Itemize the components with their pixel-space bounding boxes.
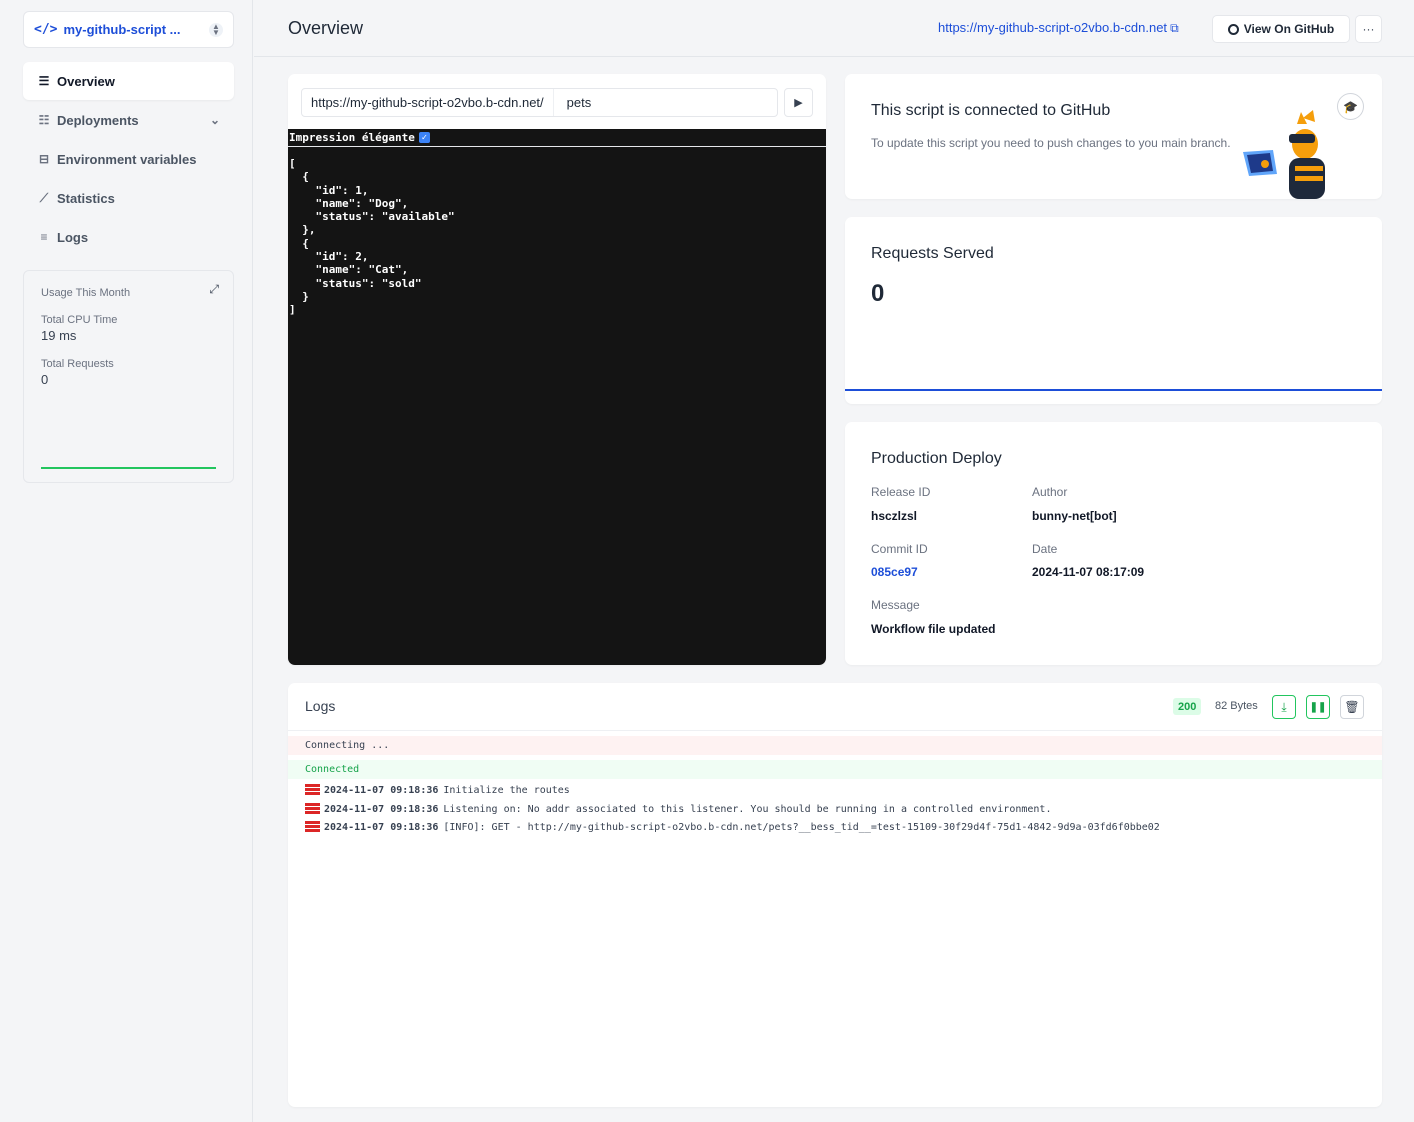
server-icon: ☷: [38, 113, 50, 127]
log-timestamp: 2024-11-07 09:18:36: [324, 803, 439, 815]
sidebar-item-statistics[interactable]: ⟋ Statistics: [23, 179, 234, 217]
graduation-cap-icon[interactable]: 🎓: [1337, 93, 1364, 120]
list-icon: ☰: [38, 74, 50, 88]
run-button[interactable]: ▶: [784, 88, 813, 117]
script-selector[interactable]: </> my-github-script ... ▲ ▼: [23, 11, 234, 48]
sidebar-item-label: Logs: [57, 229, 89, 245]
view-on-github-label: View On GitHub: [1243, 22, 1335, 36]
request-tester: https://my-github-script-o2vbo.b-cdn.net…: [288, 74, 826, 665]
requests-served-card: Requests Served 0: [845, 217, 1382, 404]
path-input[interactable]: pets: [552, 89, 777, 116]
code-icon: </>: [34, 22, 58, 37]
logs-divider: [288, 730, 1382, 731]
more-icon: ···: [1362, 22, 1375, 36]
sidebar-item-label: Overview: [57, 73, 115, 89]
github-connected-card: This script is connected to GitHub To up…: [845, 74, 1382, 199]
sidebar-item-overview[interactable]: ☰ Overview: [23, 62, 234, 100]
logs-title: Logs: [305, 698, 336, 714]
github-icon: [1227, 23, 1239, 35]
clear-logs-button[interactable]: 🗑: [1340, 695, 1364, 719]
log-timestamp: 2024-11-07 09:18:36: [324, 821, 439, 833]
github-card-title: This script is connected to GitHub: [871, 102, 1111, 119]
production-deploy-card: Production Deploy Release ID hsczlzsl Au…: [845, 422, 1382, 665]
response-console: Impression élégante ✓ [ { "id": 1, "name…: [288, 129, 826, 665]
sidebar-item-logs[interactable]: ≡ Logs: [23, 218, 234, 256]
message-value: Workflow file updated: [871, 622, 996, 636]
release-id-value: hsczlzsl: [871, 509, 918, 523]
pause-icon: ❚❚: [1309, 701, 1327, 713]
total-requests-label: Total Requests: [41, 358, 114, 370]
usage-chart-line: [41, 467, 216, 469]
external-link-icon: ⧉: [1170, 21, 1179, 35]
logs-icon: ≡: [40, 230, 48, 244]
sidebar-item-label: Deployments: [57, 112, 139, 128]
log-connecting-text: Connecting ...: [305, 740, 390, 751]
page-header: Overview https://my-github-script-o2vbo.…: [254, 0, 1414, 57]
github-card-description: To update this script you need to push c…: [871, 136, 1231, 150]
play-icon: ▶: [794, 97, 803, 109]
date-label: Date: [1032, 542, 1058, 556]
status-badge: 200: [1173, 698, 1202, 715]
download-icon: ⤓: [1281, 699, 1287, 714]
response-body: [ { "id": 1, "name": "Dog", "status": "a…: [289, 157, 455, 317]
download-logs-button[interactable]: ⤓: [1272, 695, 1296, 719]
usage-panel: Usage This Month ⤢ Total CPU Time 19 ms …: [23, 270, 234, 483]
cpu-time-label: Total CPU Time: [41, 314, 118, 326]
script-url-text: https://my-github-script-o2vbo.b-cdn.net: [938, 20, 1168, 35]
production-deploy-title: Production Deploy: [871, 450, 1002, 467]
requests-chart-line: [845, 389, 1382, 391]
total-requests-value: 0: [41, 372, 49, 387]
log-level-icon: [305, 821, 320, 833]
sidebar-item-label: Statistics: [57, 190, 115, 206]
log-message: [INFO]: GET - http://my-github-script-o2…: [443, 821, 1160, 833]
sidebar-item-deployments[interactable]: ☷ Deployments ⌄: [23, 101, 234, 139]
sidebar-item-label: Environment variables: [57, 151, 197, 167]
log-connected-text: Connected: [305, 764, 360, 775]
chevron-updown-icon: ▲ ▼: [209, 22, 223, 37]
usage-title: Usage This Month: [41, 287, 131, 299]
expand-icon[interactable]: ⤢: [209, 282, 219, 297]
log-entry: 2024-11-07 09:18:36 [INFO]: GET - http:/…: [305, 819, 1160, 835]
page-title: Overview: [288, 18, 364, 38]
view-on-github-button[interactable]: View On GitHub: [1212, 15, 1350, 43]
author-label: Author: [1032, 485, 1068, 499]
requests-served-title: Requests Served: [871, 245, 994, 262]
sidebar-item-environment-variables[interactable]: ⊟ Environment variables: [23, 140, 234, 178]
bunny-mascot-illustration: [1243, 110, 1325, 199]
log-entry: 2024-11-07 09:18:36 Listening on: No add…: [305, 801, 1051, 817]
logs-panel: Logs 200 82 Bytes ⤓ ❚❚ 🗑 Connecting ... …: [288, 683, 1382, 1107]
script-url-link[interactable]: https://my-github-script-o2vbo.b-cdn.net…: [938, 20, 1179, 36]
pretty-print-label: Impression élégante: [289, 131, 415, 144]
sidebar: </> my-github-script ... ▲ ▼ ☰ Overview ☷…: [0, 0, 253, 1122]
chart-icon: ⟋: [39, 190, 49, 205]
log-level-icon: [305, 784, 320, 796]
date-value: 2024-11-07 08:17:09: [1032, 565, 1145, 579]
url-bar: https://my-github-script-o2vbo.b-cdn.net…: [301, 88, 778, 117]
url-prefix: https://my-github-script-o2vbo.b-cdn.net…: [311, 95, 544, 110]
log-timestamp: 2024-11-07 09:18:36: [324, 784, 439, 796]
log-connected-row: Connected: [288, 760, 1382, 779]
pause-logs-button[interactable]: ❚❚: [1306, 695, 1330, 719]
message-label: Message: [871, 598, 920, 612]
pretty-print-bar: Impression élégante ✓: [288, 129, 826, 147]
log-message: Initialize the routes: [443, 784, 570, 796]
trash-icon: 🗑: [1344, 700, 1360, 714]
requests-served-value: 0: [871, 280, 885, 307]
response-size: 82 Bytes: [1215, 700, 1258, 712]
log-level-icon: [305, 803, 320, 815]
commit-id-label: Commit ID: [871, 542, 928, 556]
log-connecting-row: Connecting ...: [288, 736, 1382, 755]
sidebar-nav: ☰ Overview ☷ Deployments ⌄ ⊟ Environment…: [23, 62, 234, 257]
log-message: Listening on: No addr associated to this…: [443, 803, 1052, 815]
commit-id-link[interactable]: 085ce97: [871, 565, 918, 579]
log-entry: 2024-11-07 09:18:36 Initialize the route…: [305, 782, 570, 798]
cpu-time-value: 19 ms: [41, 328, 77, 343]
pretty-print-checkbox[interactable]: ✓: [418, 132, 430, 143]
author-value: bunny-net[bot]: [1032, 509, 1117, 523]
chevron-down-icon[interactable]: ⌄: [210, 113, 220, 127]
env-icon: ⊟: [38, 152, 50, 166]
release-id-label: Release ID: [871, 485, 931, 499]
script-name: my-github-script ...: [63, 22, 181, 37]
more-options-button[interactable]: ···: [1355, 15, 1382, 43]
